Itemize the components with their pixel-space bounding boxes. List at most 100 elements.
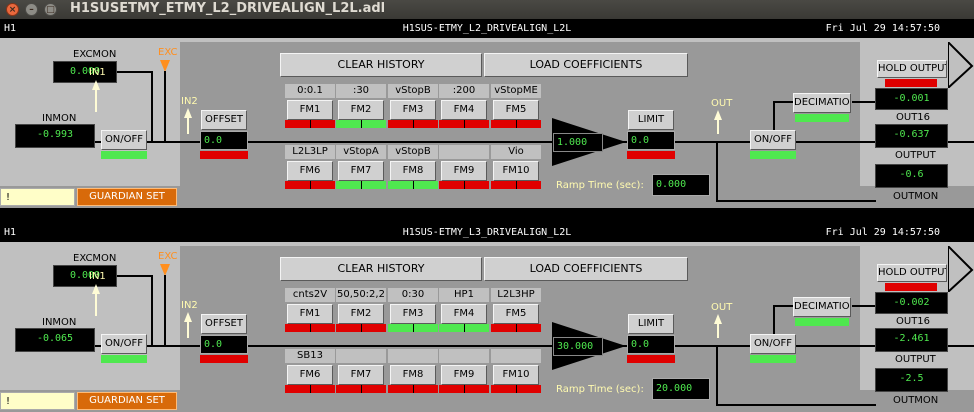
fm1-name-label: cnts2V	[285, 288, 335, 302]
fm1-indicator	[285, 120, 335, 128]
outmon-value: -2.5	[875, 368, 948, 392]
fm9-button[interactable]: FM9	[441, 365, 487, 385]
inmon-value: -0.065	[15, 328, 95, 352]
fm3-indicator	[388, 324, 438, 332]
fm5-button[interactable]: FM5	[493, 100, 539, 120]
excmon-label: EXCMON	[73, 49, 117, 60]
fm4-button[interactable]: FM4	[441, 100, 487, 120]
outmon-wire-h	[716, 200, 876, 202]
fm7-button[interactable]: FM7	[338, 161, 384, 181]
decimation-button[interactable]: DECIMATION	[793, 93, 851, 113]
load-coefficients-button[interactable]: LOAD COEFFICIENTS	[484, 257, 688, 281]
in2-arrow-icon	[184, 108, 192, 118]
decimation-button[interactable]: DECIMATION	[793, 297, 851, 317]
out16-label: OUT16	[896, 316, 931, 327]
maximize-icon[interactable]: □	[44, 3, 57, 16]
fm3-button[interactable]: FM3	[390, 100, 436, 120]
fm2-button[interactable]: FM2	[338, 304, 384, 324]
close-icon[interactable]: ×	[6, 3, 19, 16]
out-arrow-icon	[714, 110, 722, 120]
fm9-indicator	[439, 385, 489, 393]
fm6-button[interactable]: FM6	[287, 365, 333, 385]
fm10-button[interactable]: FM10	[493, 161, 539, 181]
ramp-time-input[interactable]: 20.000	[652, 378, 710, 400]
guardian-set-button[interactable]: GUARDIAN SET	[77, 392, 177, 410]
limit-button[interactable]: LIMIT	[628, 110, 674, 130]
outmon-value: -0.6	[875, 164, 948, 188]
fm6-button[interactable]: FM6	[287, 161, 333, 181]
offset-button[interactable]: OFFSET	[201, 314, 247, 334]
limit-input[interactable]: 0.0	[627, 335, 675, 354]
clear-history-button[interactable]: CLEAR HISTORY	[280, 257, 482, 281]
fm8-button[interactable]: FM8	[390, 161, 436, 181]
output-onoff-button[interactable]: ON/OFF	[750, 334, 796, 354]
input-onoff-button[interactable]: ON/OFF	[101, 334, 147, 354]
clear-history-button[interactable]: CLEAR HISTORY	[280, 53, 482, 77]
fm6-name-label: L2L3LP	[285, 145, 335, 159]
out16-value: -0.002	[875, 292, 948, 314]
offset-input[interactable]: 0.0	[200, 335, 248, 354]
alert-chip: !	[0, 188, 75, 206]
in1-arrow-icon	[92, 284, 100, 294]
fm9-indicator	[439, 181, 489, 189]
fm4-button[interactable]: FM4	[441, 304, 487, 324]
hold-output-indicator	[885, 79, 937, 87]
fm1-button[interactable]: FM1	[287, 100, 333, 120]
excmon-label: EXCMON	[73, 253, 117, 264]
fm3-name-label: vStopB	[388, 84, 438, 98]
excmon-value: 0.000	[53, 265, 117, 287]
fm8-name-label	[388, 349, 438, 363]
output-onoff-button[interactable]: ON/OFF	[750, 130, 796, 150]
fm4-name-label: :200	[439, 84, 489, 98]
fm5-indicator	[491, 120, 541, 128]
datetime: Fri Jul 29 14:57:50	[825, 227, 940, 238]
load-coefficients-button[interactable]: LOAD COEFFICIENTS	[484, 53, 688, 77]
gain-input[interactable]: 30.000	[553, 337, 603, 356]
in1-arrow-icon	[92, 80, 100, 90]
in1-label: IN1	[89, 67, 106, 78]
out16-label: OUT16	[896, 112, 931, 123]
limit-button[interactable]: LIMIT	[628, 314, 674, 334]
fm2-name-label: 50,50:2,2	[336, 288, 386, 302]
decimation-indicator	[795, 318, 849, 326]
input-onoff-button[interactable]: ON/OFF	[101, 130, 147, 150]
outmon-wire-v	[716, 345, 718, 405]
offset-button[interactable]: OFFSET	[201, 110, 247, 130]
offset-input[interactable]: 0.0	[200, 131, 248, 150]
excmon-wire-v	[151, 71, 153, 141]
alert-chip: !	[0, 392, 75, 410]
fm5-name-label: vStopME	[491, 84, 541, 98]
hold-output-button[interactable]: HOLD OUTPUT	[877, 264, 947, 282]
output-label: OUTPUT	[895, 150, 936, 161]
output-label: OUTPUT	[895, 354, 936, 365]
fm1-indicator	[285, 324, 335, 332]
out-label: OUT	[711, 98, 733, 109]
input-onoff-indicator	[101, 355, 147, 363]
fm5-button[interactable]: FM5	[493, 304, 539, 324]
in2-stem	[187, 118, 189, 134]
fm4-name-label: HP1	[439, 288, 489, 302]
fm2-button[interactable]: FM2	[338, 100, 384, 120]
fm1-button[interactable]: FM1	[287, 304, 333, 324]
limit-indicator	[627, 355, 675, 363]
limit-indicator	[627, 151, 675, 159]
window-title: H1SUSETMY_ETMY_L2_DRIVEALIGN_L2L.adl	[70, 1, 386, 16]
fm4-indicator	[439, 324, 489, 332]
fm7-indicator	[336, 181, 386, 189]
limit-input[interactable]: 0.0	[627, 131, 675, 150]
gain-input[interactable]: 1.000	[553, 133, 603, 152]
fm9-button[interactable]: FM9	[441, 161, 487, 181]
fm3-button[interactable]: FM3	[390, 304, 436, 324]
hold-output-button[interactable]: HOLD OUTPUT	[877, 60, 947, 78]
excmon-wire	[117, 71, 152, 73]
minimize-icon[interactable]: –	[25, 3, 38, 16]
guardian-set-button[interactable]: GUARDIAN SET	[77, 188, 177, 206]
ramp-time-input[interactable]: 0.000	[652, 174, 710, 196]
panel-header: H1 H1SUS-ETMY_L3_DRIVEALIGN_L2L Fri Jul 29…	[0, 224, 974, 242]
out16-value: -0.001	[875, 88, 948, 110]
fm10-button[interactable]: FM10	[493, 365, 539, 385]
in1-stem	[95, 90, 97, 112]
fm7-name-label	[336, 349, 386, 363]
fm7-button[interactable]: FM7	[338, 365, 384, 385]
fm8-button[interactable]: FM8	[390, 365, 436, 385]
